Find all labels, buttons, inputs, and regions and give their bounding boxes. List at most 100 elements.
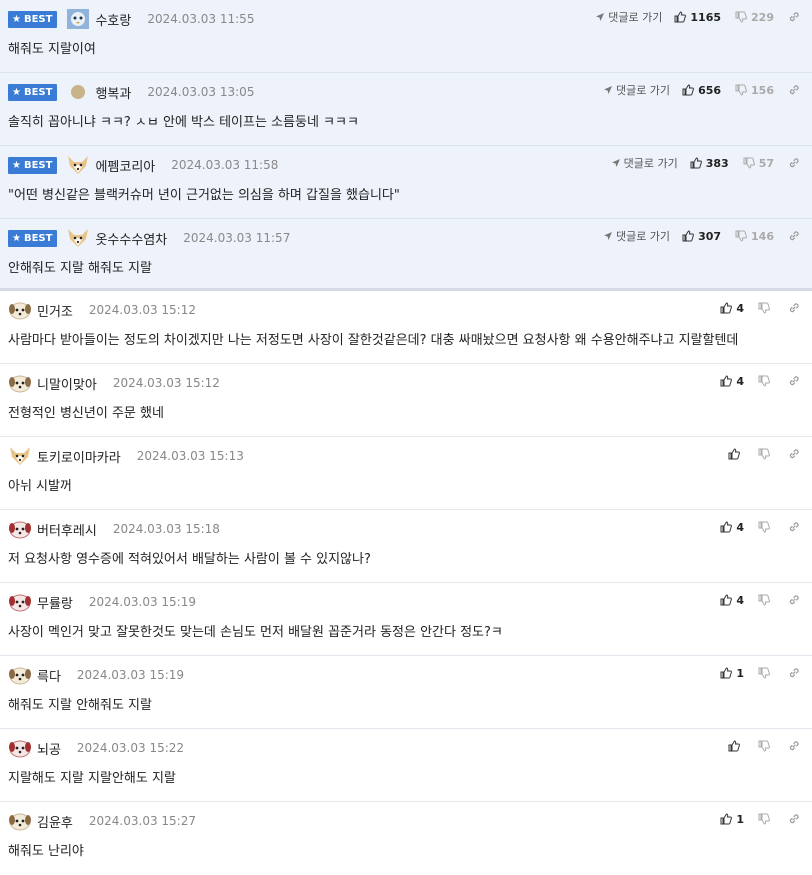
avatar[interactable] xyxy=(8,518,32,540)
link-icon[interactable] xyxy=(788,84,800,96)
thumbs-up-icon xyxy=(728,448,740,460)
nickname[interactable]: 무률랑 xyxy=(37,593,73,612)
avatar[interactable] xyxy=(66,227,90,249)
link-icon[interactable] xyxy=(788,230,800,242)
comment-date: 2024.03.03 15:13 xyxy=(136,449,244,463)
nickname[interactable]: 행복과 xyxy=(95,83,131,102)
downvote-button[interactable] xyxy=(758,521,774,533)
upvote-button[interactable] xyxy=(728,448,744,460)
link-icon[interactable] xyxy=(788,667,800,679)
thumbs-down-icon xyxy=(758,813,770,825)
fox-avatar-icon xyxy=(10,447,30,465)
thumbs-down-icon xyxy=(743,157,755,169)
upvote-button[interactable]: 1165 xyxy=(674,11,721,24)
downvote-button[interactable] xyxy=(758,302,774,314)
downvote-button[interactable] xyxy=(758,740,774,752)
downvote-button[interactable] xyxy=(758,594,774,606)
go-to-reply-link[interactable]: 댓글로 가기 xyxy=(603,82,670,98)
best-comment: ★ BEST 수호랑 2024.03.03 11:55 댓글로 가기 1165 2… xyxy=(0,0,812,73)
comment-date: 2024.03.03 15:19 xyxy=(76,668,185,682)
upvote-button[interactable]: 4 xyxy=(720,375,744,388)
best-comment: ★ BEST 옷수수수염차 2024.03.03 11:57 댓글로 가기 307… xyxy=(0,219,812,291)
nickname[interactable]: 수호랑 xyxy=(95,10,131,29)
thumbs-down-icon xyxy=(758,521,770,533)
avatar[interactable] xyxy=(8,664,32,686)
avatar[interactable] xyxy=(8,591,32,613)
comment: 버터후레시 2024.03.03 15:18 4 저 요청사항 영수증에 적혀있… xyxy=(0,510,812,583)
send-arrow-icon xyxy=(603,232,612,240)
upvote-button[interactable]: 4 xyxy=(720,302,744,315)
link-icon[interactable] xyxy=(788,740,800,752)
comment-date: 2024.03.03 11:57 xyxy=(183,231,291,245)
avatar[interactable] xyxy=(8,299,32,321)
upvote-button[interactable]: 383 xyxy=(690,157,729,170)
link-icon[interactable] xyxy=(788,375,800,387)
thumbs-up-icon xyxy=(682,84,694,96)
avatar[interactable] xyxy=(8,445,32,467)
nickname[interactable]: 토키로이마카라 xyxy=(37,447,121,466)
nickname[interactable]: 에펨코리아 xyxy=(95,156,155,175)
thumbs-down-icon xyxy=(758,448,770,460)
downvote-button[interactable] xyxy=(758,813,774,825)
avatar[interactable] xyxy=(8,737,32,759)
nickname[interactable]: 옷수수수염차 xyxy=(95,229,167,248)
thumbs-down-icon xyxy=(758,302,770,314)
comment-date: 2024.03.03 15:22 xyxy=(76,741,185,755)
puppy-avatar-icon xyxy=(9,375,31,393)
link-icon[interactable] xyxy=(788,594,800,606)
downvote-button[interactable] xyxy=(758,667,774,679)
go-to-reply-link[interactable]: 댓글로 가기 xyxy=(611,155,678,171)
downvote-button[interactable]: 146 xyxy=(735,230,774,243)
upvote-button[interactable]: 656 xyxy=(682,84,721,97)
link-icon[interactable] xyxy=(788,813,800,825)
link-icon[interactable] xyxy=(788,157,800,169)
downvote-button[interactable] xyxy=(758,448,774,460)
nickname[interactable]: 민거조 xyxy=(37,301,73,320)
comment: 김윤후 2024.03.03 15:27 1 해줘도 난리야 xyxy=(0,802,812,875)
best-badge: ★ BEST xyxy=(8,229,58,247)
comment-text: "어떤 병신같은 블랙커슈머 년이 근거없는 의심을 하며 갑질을 했습니다" xyxy=(8,188,400,203)
downvote-button[interactable]: 156 xyxy=(735,84,774,97)
puppy-avatar-icon xyxy=(9,813,31,831)
link-icon[interactable] xyxy=(788,448,800,460)
avatar[interactable] xyxy=(66,81,90,103)
comment-text: 전형적인 병신년이 주문 했네 xyxy=(8,406,164,421)
send-arrow-icon xyxy=(603,86,612,94)
thumbs-down-icon xyxy=(735,11,747,23)
comment-date: 2024.03.03 15:19 xyxy=(88,595,196,609)
avatar[interactable] xyxy=(66,154,90,176)
comment-list: ★ BEST 수호랑 2024.03.03 11:55 댓글로 가기 1165 2… xyxy=(0,0,812,875)
red-puppy-avatar-icon xyxy=(9,740,31,758)
thumbs-down-icon xyxy=(758,740,770,752)
fox-avatar-icon xyxy=(68,156,89,174)
comment-text: 지랄해도 지랄 지랄안해도 지랄 xyxy=(8,771,176,786)
downvote-button[interactable]: 229 xyxy=(735,11,774,24)
comment: 니말이맞아 2024.03.03 15:12 4 전형적인 병신년이 주문 했네 xyxy=(0,364,812,437)
nickname[interactable]: 김윤후 xyxy=(37,812,73,831)
comment-text: 저 요청사항 영수증에 적혀있어서 배달하는 사람이 볼 수 있지않나? xyxy=(8,552,371,567)
star-icon: ★ xyxy=(12,13,21,25)
nickname[interactable]: 니말이맞아 xyxy=(37,374,97,393)
downvote-button[interactable] xyxy=(758,375,774,387)
nickname[interactable]: 륵다 xyxy=(37,666,61,685)
link-icon[interactable] xyxy=(788,302,800,314)
nickname[interactable]: 버터후레시 xyxy=(37,520,97,539)
go-to-reply-link[interactable]: 댓글로 가기 xyxy=(595,9,662,25)
avatar[interactable] xyxy=(8,372,32,394)
avatar[interactable] xyxy=(8,810,32,832)
go-to-reply-link[interactable]: 댓글로 가기 xyxy=(603,228,670,244)
downvote-button[interactable]: 57 xyxy=(743,157,774,170)
upvote-button[interactable]: 1 xyxy=(720,813,744,826)
upvote-button[interactable] xyxy=(728,740,744,752)
upvote-button[interactable]: 1 xyxy=(720,667,744,680)
upvote-button[interactable]: 307 xyxy=(682,230,721,243)
avatar[interactable] xyxy=(66,8,90,30)
nickname[interactable]: 뇌공 xyxy=(37,739,61,758)
upvote-button[interactable]: 4 xyxy=(720,594,744,607)
comment-text: 해줘도 난리야 xyxy=(8,844,84,859)
link-icon[interactable] xyxy=(788,11,800,23)
upvote-button[interactable]: 4 xyxy=(720,521,744,534)
comment: 토키로이마카라 2024.03.03 15:13 아뉘 시발꺼 xyxy=(0,437,812,510)
comment-text: 해줘도 지랄 안해줘도 지랄 xyxy=(8,698,152,713)
link-icon[interactable] xyxy=(788,521,800,533)
